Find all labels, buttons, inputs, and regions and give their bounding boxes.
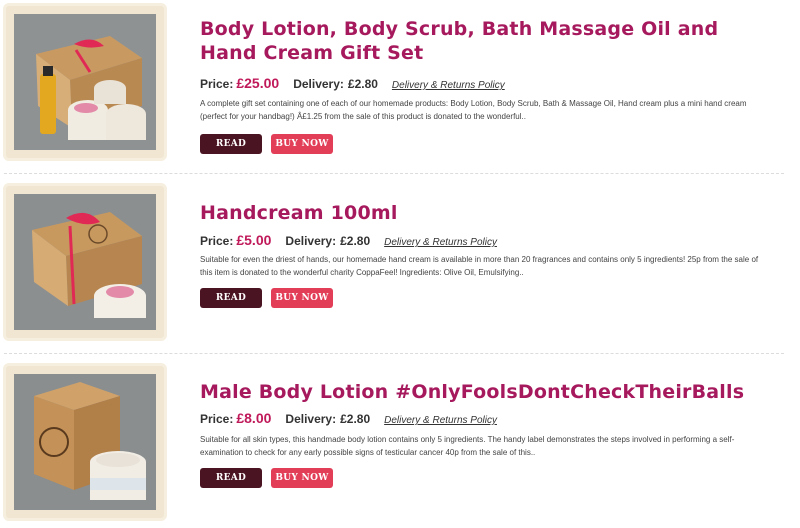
price-line: Price: £25.00 Delivery: £2.80 Delivery & Ret…	[200, 75, 505, 91]
product-card-male-body-lotion: Male Body Lotion #OnlyFoolsDontCheckThei…	[0, 356, 790, 528]
product-title[interactable]: Handcream 100ml	[200, 201, 780, 225]
product-image-frame	[6, 186, 164, 338]
price-value: £5.00	[236, 232, 272, 248]
product-description: Suitable for even the driest of hands, o…	[200, 255, 759, 277]
delivery-value: £2.80	[340, 412, 371, 426]
buy-now-button[interactable]: BUY NOW	[271, 288, 333, 308]
price-label: Price:	[200, 234, 234, 248]
product-card-gift-set: Body Lotion, Body Scrub, Bath Massage Oi…	[0, 0, 790, 172]
read-more-button[interactable]: READ MORE	[200, 134, 262, 169]
buy-now-button[interactable]: BUY NOW	[271, 468, 333, 488]
product-image-frame	[6, 6, 164, 158]
price-line: Price: £5.00 Delivery: £2.80 Delivery & Retu…	[200, 232, 497, 248]
read-more-button[interactable]: READ MORE	[200, 288, 262, 323]
product-image-handcream[interactable]	[14, 194, 156, 330]
product-card-handcream: Handcream 100ml Price: £5.00 Delivery: £2.8…	[0, 176, 790, 352]
delivery-returns-policy-link[interactable]: Delivery & Returns Policy	[392, 80, 505, 91]
price-label: Price:	[200, 77, 234, 91]
price-line: Price: £8.00 Delivery: £2.80 Delivery & Retu…	[200, 410, 497, 426]
price-value: £25.00	[236, 75, 280, 91]
divider	[4, 353, 784, 354]
product-title[interactable]: Body Lotion, Body Scrub, Bath Massage Oi…	[200, 17, 780, 65]
delivery-label: Delivery:	[285, 412, 337, 426]
delivery-value: £2.80	[347, 77, 378, 91]
delivery-returns-policy-link[interactable]: Delivery & Returns Policy	[384, 415, 497, 426]
delivery-label: Delivery:	[285, 234, 337, 248]
read-more-button[interactable]: READ MORE	[200, 468, 262, 503]
buy-now-button[interactable]: BUY NOW	[271, 134, 333, 154]
product-description: Suitable for all skin types, this handma…	[200, 435, 735, 457]
divider	[4, 173, 784, 174]
product-description: A complete gift set containing one of ea…	[200, 99, 747, 121]
price-label: Price:	[200, 412, 234, 426]
product-title[interactable]: Male Body Lotion #OnlyFoolsDontCheckThei…	[200, 380, 780, 404]
product-image-gift-set[interactable]	[14, 14, 156, 150]
product-image-male-body-lotion[interactable]	[14, 374, 156, 510]
delivery-returns-policy-link[interactable]: Delivery & Returns Policy	[384, 237, 497, 248]
delivery-label: Delivery:	[293, 77, 344, 91]
price-value: £8.00	[236, 410, 272, 426]
delivery-value: £2.80	[340, 234, 371, 248]
product-image-frame	[6, 366, 164, 518]
